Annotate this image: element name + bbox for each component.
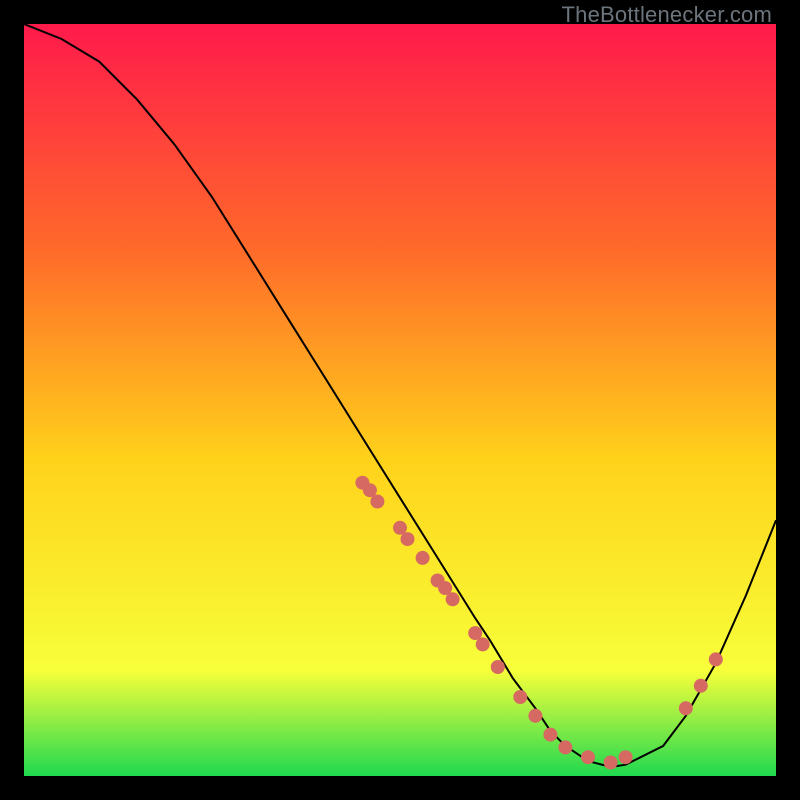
data-dot (581, 750, 595, 764)
data-dot (401, 532, 415, 546)
data-dot (543, 728, 557, 742)
data-dot (370, 495, 384, 509)
chart-frame (24, 24, 776, 776)
data-dot (709, 652, 723, 666)
gradient-background (24, 24, 776, 776)
bottleneck-curve-chart (24, 24, 776, 776)
watermark-text: TheBottlenecker.com (562, 2, 772, 28)
data-dot (679, 701, 693, 715)
data-dot (416, 551, 430, 565)
data-dot (513, 690, 527, 704)
data-dot (694, 679, 708, 693)
data-dot (476, 637, 490, 651)
data-dot (604, 756, 618, 770)
data-dot (528, 709, 542, 723)
data-dot (446, 592, 460, 606)
data-dot (491, 660, 505, 674)
data-dot (558, 740, 572, 754)
data-dot (619, 750, 633, 764)
